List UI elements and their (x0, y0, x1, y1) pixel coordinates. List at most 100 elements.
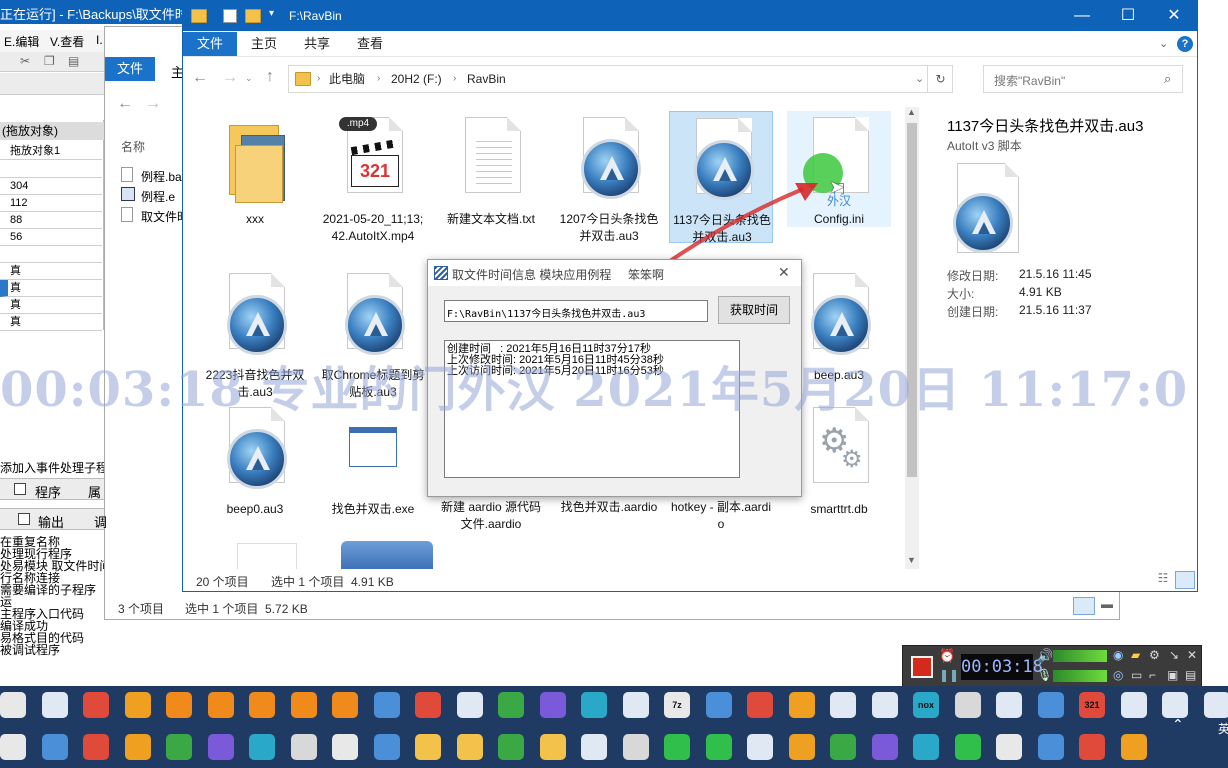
up-icon[interactable]: ↑ (266, 68, 274, 86)
property-row[interactable]: 真 (0, 297, 102, 314)
webcam-icon[interactable]: ◉ (1113, 648, 1123, 662)
file-item-db[interactable]: ⚙ ⚙ smarttrt.db (787, 401, 891, 531)
folder-icon[interactable] (456, 734, 483, 760)
property-row[interactable] (0, 246, 102, 263)
scroll-down-icon[interactable]: ▼ (907, 555, 916, 565)
z-icon[interactable] (913, 734, 939, 760)
path-input[interactable]: F:\RavBin\1137今日头条找色并双击.au3 (444, 300, 708, 322)
ime-indicator[interactable]: 英 (1218, 720, 1228, 737)
t-icon[interactable] (871, 734, 898, 760)
window-icon[interactable] (1120, 692, 1147, 718)
menu-edit[interactable]: E.编辑 (4, 33, 39, 50)
camera-icon[interactable] (41, 734, 68, 760)
tab-view[interactable]: 查看 (349, 32, 391, 56)
b-icon[interactable] (1120, 734, 1147, 760)
breadcrumb-drive[interactable]: 20H2 (F:) (391, 66, 442, 92)
folder-icon[interactable]: ▰ (1131, 648, 1140, 662)
folder-icon[interactable] (539, 734, 566, 760)
file-icon[interactable] (747, 692, 773, 718)
qat-dropdown-icon[interactable]: ▾ (269, 8, 274, 19)
g-icon[interactable] (705, 734, 732, 760)
window-icon[interactable] (830, 692, 856, 718)
monitor-icon[interactable]: ▣ (1167, 668, 1178, 682)
refresh-icon[interactable]: ↻ (927, 66, 953, 92)
event-hint[interactable]: 添加入事件处理子程 (0, 459, 104, 476)
search-icon[interactable]: ⌕ (1164, 71, 1171, 87)
autoit-icon[interactable] (207, 734, 234, 760)
321-icon[interactable]: 321 (1079, 692, 1105, 718)
lala-icon[interactable] (0, 734, 26, 760)
minimize-icon[interactable]: ↘ (1169, 648, 1179, 662)
settings-icon[interactable]: ⚙ (1149, 648, 1160, 662)
plane-icon[interactable] (830, 734, 856, 760)
breadcrumb-ravbin[interactable]: RavBin (467, 66, 506, 92)
tab-file[interactable]: 文件 (183, 32, 237, 56)
r-icon[interactable] (332, 734, 358, 760)
tab-share[interactable]: 共享 (296, 32, 338, 56)
ribbon-expand-icon[interactable]: ⌄ (1159, 37, 1168, 50)
new-folder-icon[interactable] (245, 9, 261, 23)
plane-icon[interactable] (788, 734, 815, 760)
property-row[interactable]: 真 (0, 280, 102, 297)
window-icon[interactable] (996, 692, 1022, 718)
get-time-button[interactable]: 获取时间 (718, 296, 790, 324)
scroll-up-icon[interactable]: ▲ (907, 107, 916, 117)
g-icon[interactable] (954, 734, 981, 760)
bg-back-icon[interactable]: ← (117, 95, 133, 113)
property-row[interactable]: 真 (0, 314, 102, 331)
address-bar[interactable]: › 此电脑 › 20H2 (F:) › RavBin ⌄ ↻ (288, 65, 953, 93)
maximize-button[interactable]: ☐ (1105, 1, 1151, 31)
cut-icon[interactable]: ✂ (20, 54, 30, 68)
record-icon[interactable] (124, 692, 151, 718)
network-icon[interactable] (124, 734, 151, 760)
trash-icon[interactable] (498, 734, 524, 760)
tiles-view-icon[interactable]: ▬ (1097, 597, 1117, 615)
tab-program[interactable]: 程序 (35, 482, 61, 501)
window-icon[interactable] (871, 692, 898, 718)
details-view-icon[interactable]: ☷ (1153, 571, 1173, 589)
region-icon[interactable]: ◎ (1113, 668, 1123, 682)
window-icon[interactable] (1203, 692, 1228, 718)
chevron-up-icon[interactable]: ⌃ (1172, 716, 1184, 733)
key-icon[interactable] (83, 734, 109, 760)
bg-tab-file[interactable]: 文件 (105, 57, 155, 81)
crop-icon[interactable]: ⌐ (1149, 668, 1156, 682)
g-icon[interactable] (664, 734, 690, 760)
details-view-icon[interactable] (1073, 597, 1095, 615)
color-icon[interactable] (83, 692, 109, 718)
dot-icon[interactable] (581, 692, 607, 718)
7z-icon[interactable]: 7z (664, 692, 690, 718)
display-icon[interactable]: ▤ (1185, 668, 1196, 682)
alarm-icon[interactable]: ⏰ (939, 648, 957, 664)
back-icon[interactable]: ← (192, 69, 208, 87)
chrome-icon[interactable] (0, 692, 26, 718)
breadcrumb-this-pc[interactable]: 此电脑 (329, 66, 365, 92)
window-icon[interactable] (41, 692, 68, 718)
search-icon[interactable] (207, 692, 234, 718)
close-button[interactable]: ✕ (1151, 1, 1197, 31)
address-dropdown-icon[interactable]: ⌄ (915, 66, 924, 92)
bg-col-name[interactable]: 名称 (121, 138, 145, 155)
recent-dropdown-icon[interactable]: ⌄ (245, 73, 253, 84)
autoit-icon[interactable] (415, 692, 441, 718)
window-icon[interactable] (747, 734, 773, 760)
tree-icon[interactable] (1037, 692, 1064, 718)
tab-output[interactable]: 输出 (38, 512, 64, 531)
paint-icon[interactable] (954, 692, 981, 718)
close-icon[interactable]: ✕ (1187, 648, 1197, 662)
window-icon[interactable] (1162, 692, 1188, 718)
file-item-txt[interactable]: 新建文本文档.txt (439, 111, 543, 241)
property-row[interactable]: 拖放对象1 (0, 143, 102, 160)
speaker-icon[interactable]: 🔊 (1037, 648, 1053, 664)
menu-view[interactable]: V.查看 (50, 33, 84, 50)
folder-icon[interactable] (415, 734, 441, 760)
scrollbar-thumb[interactable] (907, 123, 917, 477)
file-item-folder[interactable]: xxx (203, 111, 307, 241)
face-icon[interactable] (788, 692, 815, 718)
bg-forward-icon[interactable]: → (145, 95, 161, 113)
monitor-icon[interactable] (705, 692, 732, 718)
property-row[interactable]: 304 (0, 178, 102, 195)
search-icon[interactable] (290, 692, 317, 718)
property-row[interactable]: 88 (0, 212, 102, 229)
pause-icon[interactable]: ❚❚ (939, 668, 959, 684)
